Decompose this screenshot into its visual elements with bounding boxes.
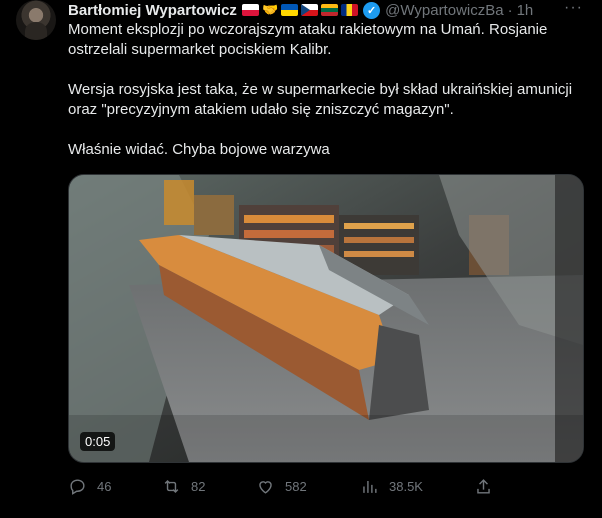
poland-flag-icon [241, 4, 259, 16]
reply-icon [70, 478, 85, 495]
tweet-paragraph-3: Właśnie widać. Chyba bojowe warzywa [68, 141, 330, 158]
retweet-count: 82 [191, 478, 206, 494]
tweet-text: Moment eksplozji po wczorajszym ataku ra… [68, 20, 578, 160]
share-icon [477, 478, 490, 494]
tweet-header: Bartłomiej Wypartowicz 🤝 ✓ @WypartowiczB… [68, 0, 588, 20]
views-chart-icon [363, 480, 377, 493]
ukraine-flag-icon [281, 4, 299, 16]
lithuania-flag-icon [321, 4, 339, 16]
heart-icon [259, 480, 272, 494]
like-count: 582 [285, 478, 307, 494]
retweet-icon [164, 479, 179, 493]
tweet-paragraph-1: Moment eksplozji po wczorajszym ataku ra… [68, 21, 548, 58]
verified-badge-icon[interactable]: ✓ [363, 1, 381, 19]
reply-count: 46 [97, 478, 112, 494]
avatar[interactable] [16, 0, 56, 40]
video-player[interactable]: 0:05 [68, 174, 584, 463]
share-button[interactable] [474, 476, 493, 496]
tweet-actions: 46 82 582 38.5K [68, 476, 582, 496]
views-button[interactable]: 38.5K [360, 476, 423, 496]
author-name[interactable]: Bartłomiej Wypartowicz [68, 2, 237, 19]
views-count: 38.5K [389, 478, 423, 494]
separator-dot: · [507, 1, 513, 19]
like-button[interactable]: 582 [256, 476, 307, 496]
retweet-button[interactable]: 82 [162, 476, 205, 496]
tweet: Bartłomiej Wypartowicz 🤝 ✓ @WypartowiczB… [0, 0, 602, 518]
video-frame [69, 175, 583, 462]
more-options-icon[interactable]: ··· [564, 0, 583, 16]
tweet-paragraph-2: Wersja rosyjska jest taka, że w supermar… [68, 81, 573, 118]
author-handle[interactable]: @WypartowiczBa [385, 2, 503, 19]
flag-emojis: 🤝 [241, 2, 359, 17]
czech-flag-icon [301, 4, 319, 16]
video-duration: 0:05 [80, 432, 116, 451]
tweet-time[interactable]: 1h [517, 2, 534, 19]
reply-button[interactable]: 46 [68, 476, 111, 496]
handshake-icon: 🤝 [261, 2, 279, 17]
romania-flag-icon [341, 4, 359, 16]
